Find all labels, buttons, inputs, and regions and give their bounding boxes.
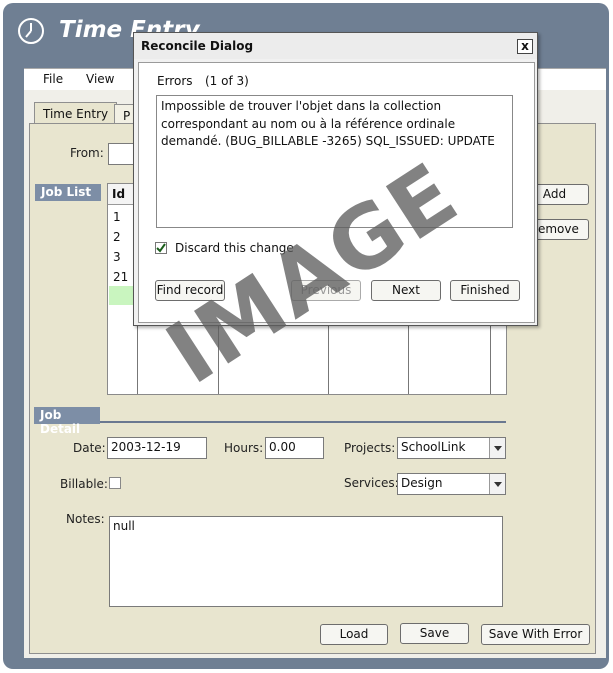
previous-button[interactable]: Previous [291,280,361,301]
tab-time-entry[interactable]: Time Entry [34,102,118,124]
menu-view[interactable]: View [86,72,114,86]
table-row[interactable]: 3 [113,250,121,264]
services-select[interactable]: Design [397,473,506,495]
chevron-down-icon[interactable] [489,438,505,458]
projects-select[interactable]: SchoolLink [397,437,506,459]
table-row[interactable]: 1 [113,210,121,224]
dialog-titlebar[interactable]: Reconcile Dialog x [134,33,537,59]
services-label: Services: [344,476,399,490]
errors-count: (1 of 3) [205,74,249,88]
hours-label: Hours: [224,441,264,455]
clock-icon [18,18,44,44]
from-label: From: [70,146,104,160]
close-icon[interactable]: x [517,39,533,54]
date-input[interactable]: 2003-12-19 [107,437,207,459]
notes-label: Notes: [66,512,105,526]
load-button[interactable]: Load [320,624,388,645]
discard-checkbox[interactable] [155,242,167,254]
job-detail-header: Job Detail [34,407,100,436]
dialog-content: Errors (1 of 3) Impossible de trouver l'… [138,62,535,323]
billable-label: Billable: [60,477,108,491]
chevron-down-icon[interactable] [489,474,505,494]
table-row[interactable]: 21 [113,270,128,284]
job-list-header: Job List [35,184,101,201]
notes-textarea[interactable]: null [109,516,503,607]
finished-button[interactable]: Finished [450,280,520,301]
table-row[interactable]: 2 [113,230,121,244]
dialog-title: Reconcile Dialog [141,39,254,53]
services-selected-value: Design [401,476,443,490]
projects-selected-value: SchoolLink [401,440,466,454]
save-button[interactable]: Save [400,623,469,644]
next-button[interactable]: Next [371,280,441,301]
discard-label: Discard this change [175,241,294,255]
hours-input[interactable]: 0.00 [265,437,324,459]
errors-label: Errors [157,74,193,88]
billable-checkbox[interactable] [109,477,121,489]
reconcile-dialog: Reconcile Dialog x Errors (1 of 3) Impos… [133,32,538,326]
column-header-id[interactable]: Id [112,187,125,201]
find-record-button[interactable]: Find record [155,280,225,301]
error-message-area[interactable]: Impossible de trouver l'objet dans la co… [156,95,513,228]
checkmark-icon [156,243,166,253]
save-with-error-button[interactable]: Save With Error [481,624,590,645]
section-divider [100,421,506,423]
date-label: Date: [73,441,106,455]
menu-file[interactable]: File [43,72,63,86]
projects-label: Projects: [344,441,396,455]
